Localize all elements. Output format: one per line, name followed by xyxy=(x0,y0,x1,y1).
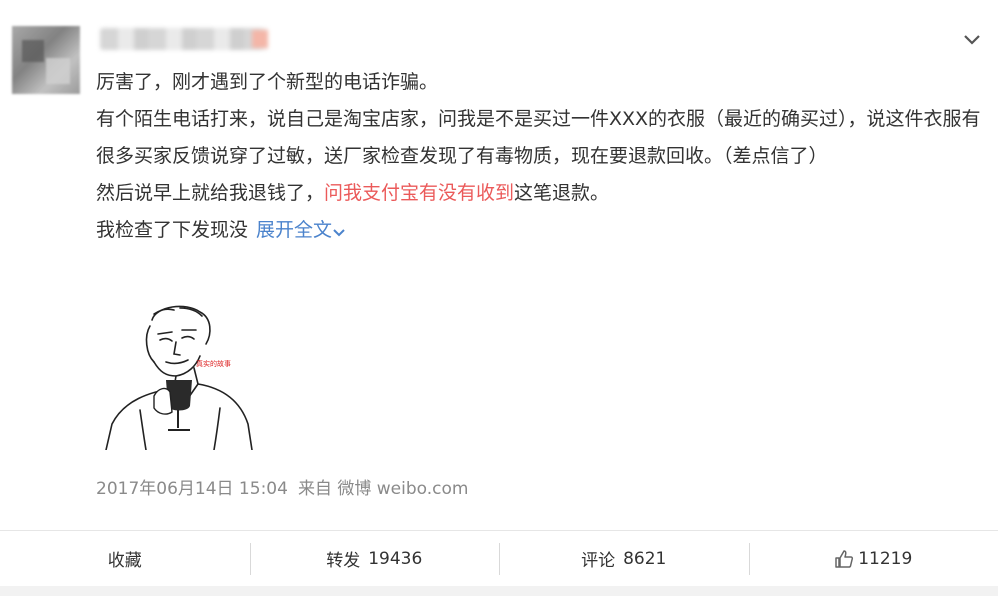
repost-count: 19436 xyxy=(368,548,423,569)
meme-image[interactable]: 真实的故事 xyxy=(100,300,260,451)
bottom-divider xyxy=(0,586,998,596)
post-line-3-tail: 这笔退款。 xyxy=(514,182,610,204)
post-line-3-text: 然后说早上就给我退钱了， xyxy=(96,182,325,204)
favorite-label: 收藏 xyxy=(107,551,142,571)
comment-button[interactable]: 评论 8621 xyxy=(499,531,749,587)
thumbs-up-icon xyxy=(834,549,854,569)
highlighted-text: 问我支付宝有没有收到 xyxy=(324,182,515,204)
expand-label: 展开全文 xyxy=(256,219,333,241)
comment-label: 评论 xyxy=(581,551,616,571)
meme-drawing: 真实的故事 xyxy=(105,305,253,451)
meme-caption: 真实的故事 xyxy=(196,359,231,368)
post-line-1: 厉害了，刚才遇到了个新型的电话诈骗。 xyxy=(96,71,439,93)
username-masked[interactable] xyxy=(100,28,268,50)
post-meta: 2017年06月14日 15:04 来自 微博 weibo.com xyxy=(96,474,478,499)
favorite-button[interactable]: 收藏 xyxy=(0,531,250,587)
post-text: 厉害了，刚才遇到了个新型的电话诈骗。 有个陌生电话打来，说自己是淘宝店家，问我是… xyxy=(96,64,986,249)
more-options-button[interactable] xyxy=(958,28,986,52)
post-timestamp[interactable]: 2017年06月14日 15:04 xyxy=(96,479,288,499)
weibo-post: 厉害了，刚才遇到了个新型的电话诈骗。 有个陌生电话打来，说自己是淘宝店家，问我是… xyxy=(0,0,998,530)
post-source[interactable]: 来自 微博 weibo.com xyxy=(298,479,469,499)
expand-full-text-link[interactable]: 展开全文 xyxy=(256,219,346,241)
post-line-3: 然后说早上就给我退钱了，问我支付宝有没有收到这笔退款。 xyxy=(96,175,986,212)
comment-count: 8621 xyxy=(623,548,667,569)
repost-button[interactable]: 转发 19436 xyxy=(249,531,500,587)
repost-label: 转发 xyxy=(326,551,361,571)
post-line-4: 我检查了下发现没 展开全文 xyxy=(96,212,986,249)
post-line-4-text: 我检查了下发现没 xyxy=(96,219,249,241)
like-button[interactable]: 11219 xyxy=(748,531,998,587)
post-line-2: 有个陌生电话打来，说自己是淘宝店家，问我是不是买过一件XXX的衣服（最近的确买过… xyxy=(96,108,981,167)
avatar[interactable] xyxy=(12,26,80,94)
action-bar: 收藏 转发 19436 评论 8621 11219 xyxy=(0,530,998,586)
like-count: 11219 xyxy=(858,548,913,569)
chevron-down-icon xyxy=(964,35,980,45)
chevron-down-icon xyxy=(333,229,345,237)
